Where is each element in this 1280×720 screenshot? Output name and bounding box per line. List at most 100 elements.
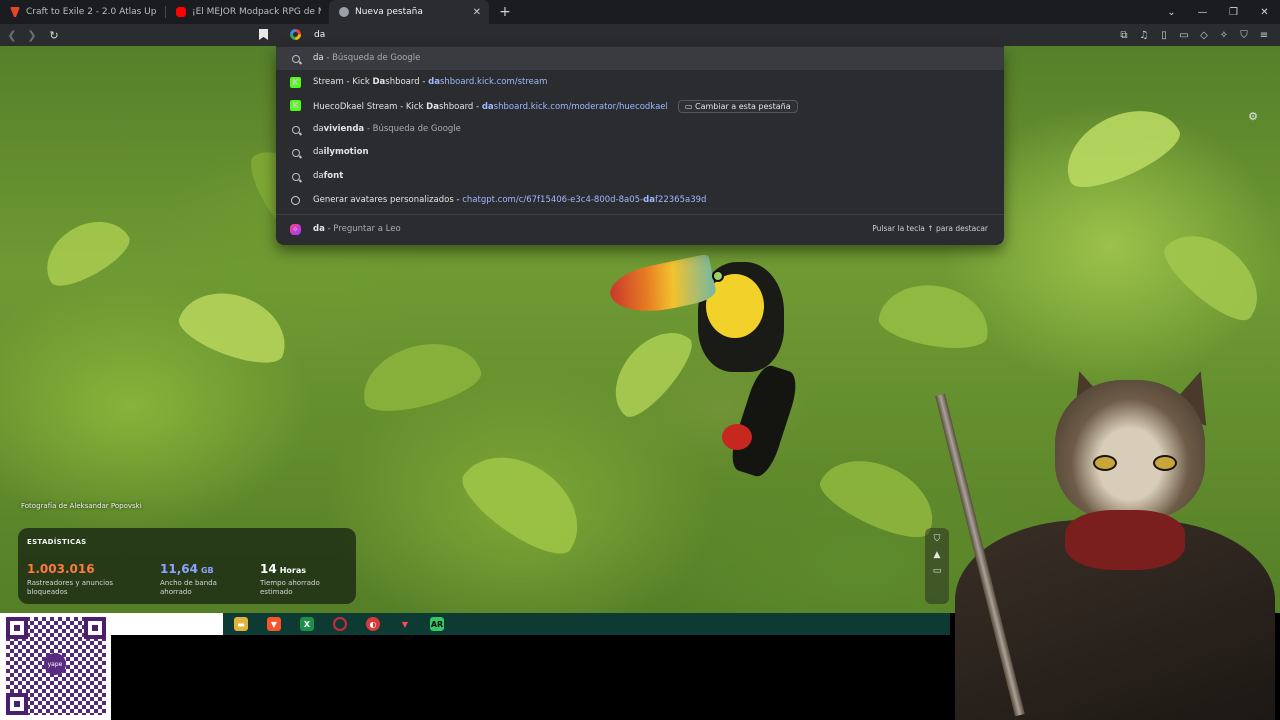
sidebar-icon[interactable]: ▯ <box>1154 30 1174 41</box>
tab-strip: Craft to Exile 2 - 2.0 Atlas Update - M … <box>0 0 1280 24</box>
suggestion-separator: - <box>453 195 463 205</box>
stat-trackers: 1.003.016 Rastreadores y anuncios bloque… <box>27 558 117 597</box>
leaf <box>1052 93 1188 199</box>
customize-gear-icon[interactable]: ⚙ <box>1248 110 1258 123</box>
back-button[interactable]: ❮ <box>2 29 22 42</box>
restore-button[interactable]: ❐ <box>1218 7 1249 18</box>
switch-to-tab-button[interactable]: ▭ Cambiar a esta pestaña <box>677 100 798 113</box>
suggestion-text: da - Preguntar a Leo <box>313 224 401 234</box>
suggestion-title-rest: shboard <box>438 102 474 112</box>
wallet-icon[interactable]: ▭ <box>1174 30 1194 41</box>
suggestion-query-typed: da <box>313 171 324 181</box>
excel-icon[interactable]: X <box>300 617 314 631</box>
reload-button[interactable]: ↻ <box>44 29 64 42</box>
leaf <box>598 316 702 426</box>
bookmark-icon[interactable] <box>259 29 268 40</box>
dropdown-divider <box>276 214 1004 215</box>
suggestion-text: davivienda - Búsqueda de Google <box>313 124 461 134</box>
cat-head <box>1055 380 1205 520</box>
switch-tab-icon: ▭ <box>684 102 695 111</box>
chatgpt-icon <box>290 195 301 206</box>
suggestion-query-completion: font <box>323 171 344 181</box>
suggestion-search-dailymotion[interactable]: dailymotion <box>276 141 1004 164</box>
close-tab-icon[interactable]: ✕ <box>473 7 481 18</box>
brave-browser-icon[interactable]: ▼ <box>267 617 281 631</box>
suggestion-url: chatgpt.com/c/67f15406-e3c4-800d-8a05- <box>462 195 644 205</box>
suggestion-title-prefix: HuecoDkael Stream - Kick <box>313 102 427 112</box>
tab-title: Nueva pestaña <box>355 7 423 17</box>
opera-icon[interactable] <box>333 617 347 631</box>
stats-title: ESTADÍSTICAS <box>27 538 87 546</box>
stat-time-label: Tiempo ahorrado estimado <box>260 579 320 596</box>
kick-icon: K <box>290 77 301 88</box>
qr-finder <box>84 617 106 639</box>
stat-trackers-label: Rastreadores y anuncios bloqueados <box>27 579 114 596</box>
suggestion-chatgpt-history[interactable]: Generar avatares personalizados - chatgp… <box>276 189 1004 212</box>
leo-ai-icon: ✧ <box>290 224 301 235</box>
suggestion-text: dafont <box>313 171 343 181</box>
app-v-icon[interactable]: ▼ <box>398 617 412 631</box>
taskbar: ▬ ▼ X ◐ ▼ AR <box>0 613 950 635</box>
suggestion-kick-moderator[interactable]: K HuecoDkael Stream - Kick Dashboard - d… <box>276 94 1004 117</box>
suggestion-search-da[interactable]: da - Búsqueda de Google <box>276 47 1004 70</box>
suggestion-text: HuecoDkael Stream - Kick Dashboard - das… <box>313 100 798 113</box>
suggestion-url: shboard.kick.com/stream <box>439 77 548 87</box>
suggestion-separator: - <box>419 77 429 87</box>
search-icon <box>290 147 301 158</box>
stat-bandwidth-label: Ancho de banda ahorrado <box>160 579 217 596</box>
window-controls: ⌄ — ❐ ✕ <box>1156 0 1280 24</box>
omnibox-dropdown: da - Búsqueda de Google K Stream - Kick … <box>276 46 1004 245</box>
leaf <box>451 435 599 567</box>
suggestion-title-rest: shboard <box>385 77 420 87</box>
music-icon[interactable]: ♫ <box>1134 30 1154 41</box>
leaf <box>875 276 995 356</box>
tab-craft-to-exile[interactable]: Craft to Exile 2 - 2.0 Atlas Update - M <box>0 0 165 24</box>
search-icon <box>290 124 301 135</box>
yape-logo-text: yape <box>47 660 63 668</box>
file-explorer-icon[interactable]: ▬ <box>234 617 248 631</box>
tab-modpack-rpg[interactable]: ¡El MEJOR Modpack RPG de Minecra <box>166 0 329 24</box>
shield-icon[interactable]: ◇ <box>1194 30 1214 41</box>
extensions-icon[interactable]: ⧉ <box>1114 30 1134 41</box>
new-tab-button[interactable]: + <box>497 4 513 20</box>
stats-widget: ESTADÍSTICAS 1.003.016 Rastreadores y an… <box>18 528 356 604</box>
app-ar-icon[interactable]: AR <box>430 617 444 631</box>
google-icon <box>290 29 301 40</box>
suggestion-url-match: da <box>643 195 655 205</box>
kick-icon: K <box>290 100 301 111</box>
obs-icon[interactable]: ◐ <box>366 617 380 631</box>
leaf <box>173 278 297 374</box>
suggestion-search-davivienda[interactable]: davivienda - Búsqueda de Google <box>276 118 1004 141</box>
toucan-throat <box>706 274 764 338</box>
youtube-icon <box>176 7 186 17</box>
switch-tab-label: Cambiar a esta pestaña <box>694 102 791 111</box>
tab-search-chevron-icon[interactable]: ⌄ <box>1156 7 1187 18</box>
suggestion-kick-stream[interactable]: K Stream - Kick Dashboard - dashboard.ki… <box>276 71 1004 94</box>
close-window-button[interactable]: ✕ <box>1249 7 1280 18</box>
suggestion-title-match: Da <box>426 102 439 112</box>
tab-nueva-pestana[interactable]: Nueva pestaña ✕ <box>329 0 489 24</box>
leaf <box>1154 217 1276 331</box>
minimize-button[interactable]: — <box>1187 7 1218 18</box>
leo-icon[interactable]: ✧ <box>1214 30 1234 41</box>
yape-qr-code: yape <box>0 613 111 720</box>
suggestion-text: Stream - Kick Dashboard - dashboard.kick… <box>313 77 547 87</box>
suggestion-title: Generar avatares personalizados <box>313 195 454 205</box>
menu-icon[interactable]: ≡ <box>1254 30 1274 41</box>
forward-button[interactable]: ❯ <box>22 29 42 42</box>
suggestion-search-dafont[interactable]: dafont <box>276 165 1004 188</box>
photo-credit[interactable]: Fotografía de Aleksandar Popovski <box>21 502 142 510</box>
suggestion-suffix: - Búsqueda de Google <box>366 124 461 134</box>
tab-favicon-icon <box>10 7 20 17</box>
address-input[interactable] <box>308 27 1010 43</box>
leo-query: da <box>313 224 325 234</box>
taskbar-search-box[interactable] <box>111 613 223 635</box>
suggestion-query-typed: da <box>313 124 324 134</box>
stat-bandwidth: 11,64 GB Ancho de banda ahorrado <box>160 558 220 597</box>
toucan-tail <box>726 361 802 481</box>
stat-time-value: 14 <box>260 562 277 576</box>
stat-time: 14 Horas Tiempo ahorrado estimado <box>260 558 322 597</box>
brave-shield-icon[interactable]: ⛉ <box>1234 30 1254 41</box>
suggestion-query-completion: ilymotion <box>323 147 369 157</box>
search-icon <box>290 171 301 182</box>
